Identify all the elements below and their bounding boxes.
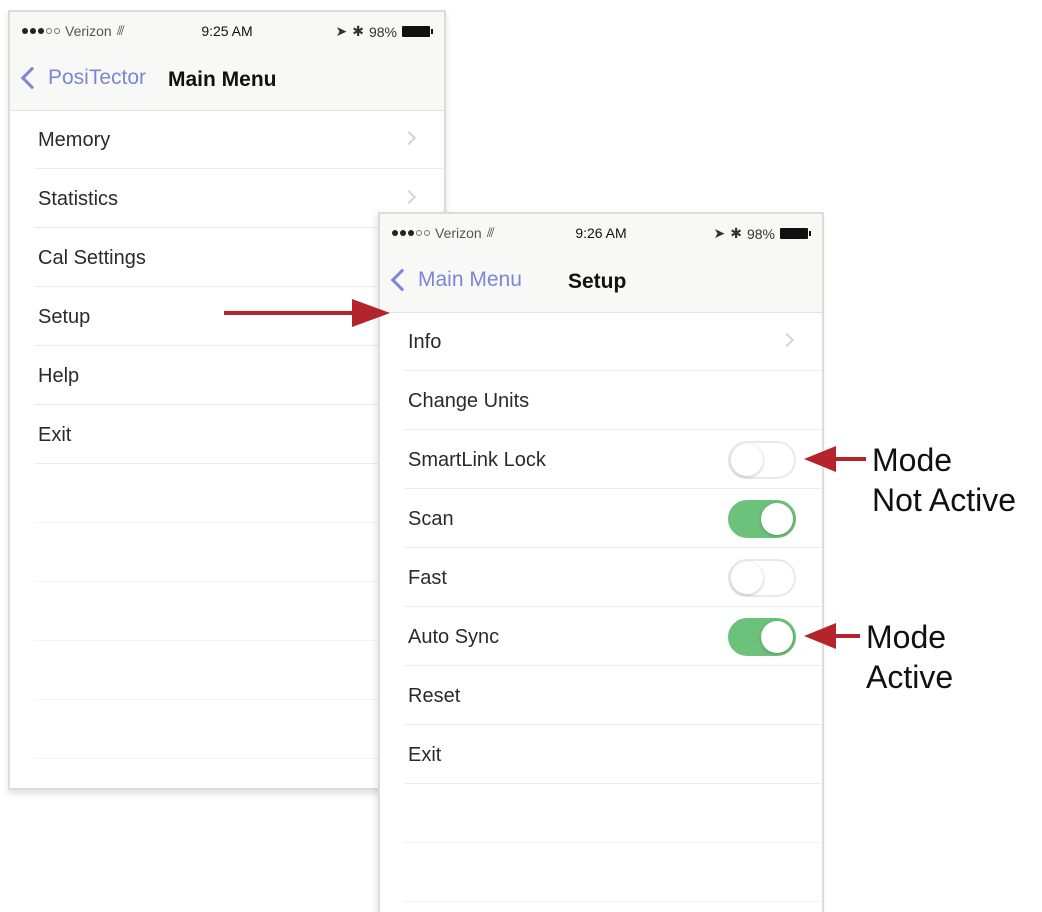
annotation-line: Active	[866, 659, 954, 695]
battery-percent: 98%	[368, 23, 397, 40]
toggle-knob	[761, 503, 793, 535]
menu-item-label: Info	[408, 331, 442, 353]
setup-menu-list: Info Change Units SmartLink Lock Scan Fa…	[380, 312, 822, 902]
menu-item-auto-sync: Auto Sync	[404, 607, 822, 666]
menu-item-label: Help	[38, 365, 80, 387]
setup-screen: Verizon ⫻ 9:26 AM ➤ ✱ 98% Main Menu Setu…	[378, 212, 824, 912]
menu-item-exit[interactable]: Exit	[404, 725, 822, 784]
fast-toggle[interactable]	[728, 559, 796, 597]
battery-icon	[780, 228, 811, 239]
bluetooth-icon: ✱	[730, 225, 742, 241]
menu-item-label: Reset	[408, 685, 461, 707]
chevron-left-icon	[20, 66, 44, 90]
toggle-knob	[731, 562, 763, 594]
menu-item-label: Change Units	[408, 390, 530, 412]
menu-item-label: SmartLink Lock	[408, 449, 546, 471]
back-button[interactable]: Main Menu	[390, 268, 522, 292]
battery-icon	[402, 26, 433, 37]
not-active-pointer-arrow	[804, 446, 866, 472]
status-right: ➤ ✱ 98%	[335, 23, 433, 40]
page-title: Main Menu	[168, 68, 277, 91]
status-bar: Verizon ⫻ 9:26 AM ➤ ✱ 98%	[380, 214, 822, 254]
menu-item-label: Setup	[38, 306, 91, 328]
smartlink-lock-toggle[interactable]	[728, 441, 796, 479]
menu-item-memory[interactable]: Memory	[34, 110, 444, 169]
back-button[interactable]: PosiTector	[20, 66, 146, 90]
menu-item-scan: Scan	[404, 489, 822, 548]
bluetooth-icon: ✱	[352, 23, 364, 39]
menu-item-change-units[interactable]: Change Units	[404, 371, 822, 430]
menu-item-label: Statistics	[38, 188, 119, 210]
nav-bar: PosiTector Main Menu	[10, 52, 444, 111]
menu-item-reset[interactable]: Reset	[404, 666, 822, 725]
page-title: Setup	[568, 270, 627, 293]
setup-pointer-arrow	[224, 299, 390, 327]
empty-row	[404, 843, 822, 902]
annotation-mode-not-active: Mode Not Active	[872, 440, 1016, 520]
active-pointer-arrow	[804, 623, 860, 649]
auto-sync-toggle[interactable]	[728, 618, 796, 656]
menu-item-label: Memory	[38, 129, 111, 151]
menu-item-label: Auto Sync	[408, 626, 500, 648]
status-right: ➤ ✱ 98%	[713, 225, 811, 242]
chevron-right-icon	[401, 130, 417, 146]
empty-row	[404, 784, 822, 843]
annotation-line: Not Active	[872, 482, 1017, 518]
menu-item-info[interactable]: Info	[404, 312, 822, 371]
menu-item-label: Scan	[408, 508, 454, 530]
menu-item-label: Exit	[408, 744, 442, 766]
annotation-mode-active: Mode Active	[866, 617, 953, 697]
menu-item-fast: Fast	[404, 548, 822, 607]
toggle-knob	[761, 621, 793, 653]
chevron-left-icon	[390, 268, 414, 292]
annotation-line: Mode	[866, 619, 947, 655]
scan-toggle[interactable]	[728, 500, 796, 538]
screenshot-stage: Verizon ⫻ 9:25 AM ➤ ✱ 98% PosiTector Mai…	[0, 0, 1042, 912]
menu-item-label: Fast	[408, 567, 447, 589]
back-button-label: Main Menu	[418, 268, 522, 291]
menu-item-label: Cal Settings	[38, 247, 146, 269]
battery-percent: 98%	[746, 225, 775, 242]
location-arrow-icon: ➤	[713, 225, 726, 241]
chevron-right-icon	[779, 332, 795, 348]
location-arrow-icon: ➤	[335, 23, 348, 39]
toggle-knob	[731, 444, 763, 476]
nav-bar: Main Menu Setup	[380, 254, 822, 313]
status-bar: Verizon ⫻ 9:25 AM ➤ ✱ 98%	[10, 12, 444, 52]
back-button-label: PosiTector	[48, 66, 147, 89]
annotation-line: Mode	[872, 442, 953, 478]
chevron-right-icon	[401, 189, 417, 205]
menu-item-smartlink-lock: SmartLink Lock	[404, 430, 822, 489]
menu-item-label: Exit	[38, 424, 72, 446]
